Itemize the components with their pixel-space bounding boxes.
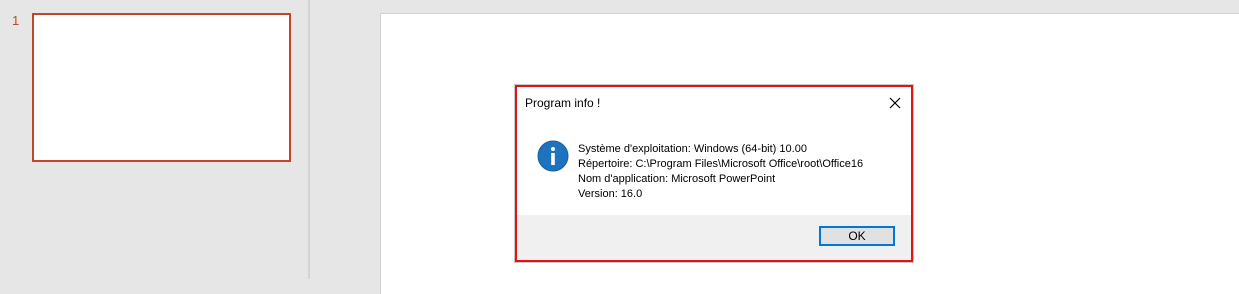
os-info-line: Système d'exploitation: Windows (64-bit)… [578,143,807,155]
app-name-info-line: Nom d'application: Microsoft PowerPoint [578,173,776,185]
close-button[interactable] [883,91,907,115]
dialog-titlebar: Program info ! [517,87,911,119]
directory-info-line: Répertoire: C:\Program Files\Microsoft O… [578,158,864,170]
slide-number: 1 [12,13,20,28]
program-info-dialog: Program info ! Système d'exploitation: W… [515,85,913,262]
version-info-line: Version: 16.0 [578,188,643,200]
info-text: Système d'exploitation: Windows (64-bit)… [578,142,863,202]
info-icon [537,140,569,172]
close-icon [889,97,901,109]
dialog-title: Program info ! [525,96,601,110]
ok-button[interactable]: OK [819,226,895,246]
dialog-body: Système d'exploitation: Windows (64-bit)… [517,119,911,215]
dialog-footer: OK [517,215,911,260]
slide-thumbnail-pane: 1 [0,0,308,279]
slide-thumbnail-1[interactable] [32,13,291,162]
